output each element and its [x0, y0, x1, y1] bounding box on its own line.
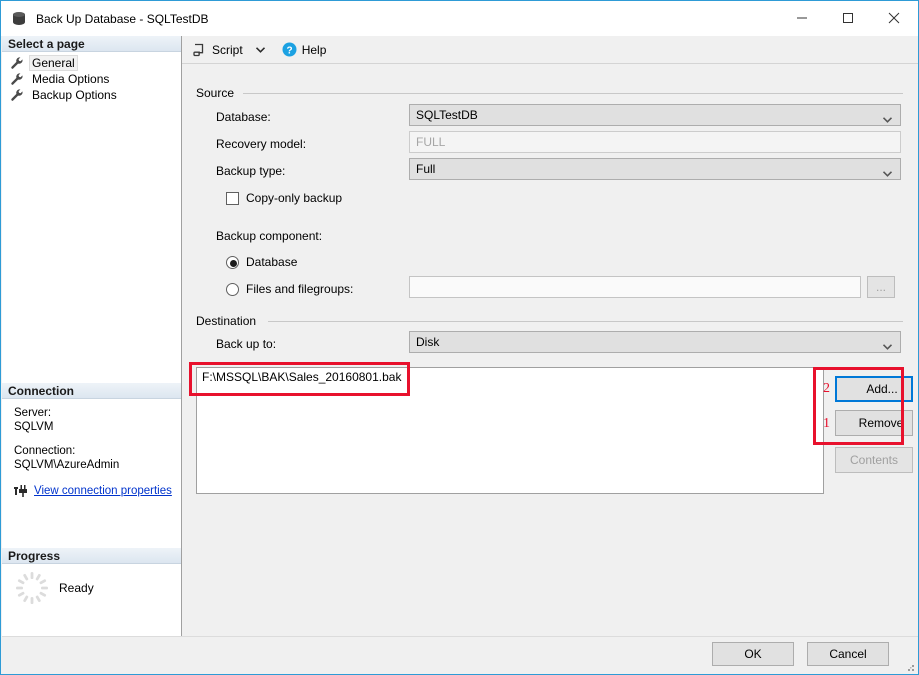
progress-status: Ready: [59, 581, 94, 595]
files-browse-button[interactable]: ...: [867, 276, 895, 298]
chevron-down-icon: [883, 166, 892, 180]
chevron-down-icon[interactable]: [254, 40, 268, 60]
back-up-to-dropdown[interactable]: Disk: [409, 331, 901, 353]
title-bar: Back Up Database - SQLTestDB: [1, 1, 918, 36]
recovery-model-field: FULL: [409, 131, 901, 153]
database-cylinder-icon: [11, 11, 27, 27]
help-label: Help: [302, 43, 327, 57]
copy-only-backup-checkbox[interactable]: Copy-only backup: [226, 191, 342, 205]
ok-button[interactable]: OK: [712, 642, 794, 666]
toolbar: Script ? Help: [182, 36, 918, 64]
sidebar-item-label: Backup Options: [29, 88, 120, 102]
sidebar-item-media-options[interactable]: Media Options: [2, 71, 181, 87]
close-icon[interactable]: [871, 1, 917, 35]
content-pane: Script ? Help Source Database: SQLTestDB: [182, 36, 918, 636]
radio-files-label: Files and filegroups:: [246, 282, 353, 296]
chevron-down-icon: [883, 112, 892, 126]
server-label: Server:: [2, 406, 181, 420]
radio-files-and-filegroups[interactable]: Files and filegroups:: [226, 282, 353, 296]
backup-type-dropdown[interactable]: Full: [409, 158, 901, 180]
backup-type-label: Backup type:: [216, 164, 285, 178]
script-label: Script: [212, 43, 243, 57]
destination-group-label: Destination: [196, 314, 261, 328]
backup-component-label: Backup component:: [216, 229, 322, 243]
resize-grip-icon[interactable]: [904, 661, 916, 673]
maximize-icon[interactable]: [825, 1, 871, 35]
radio-dot: [226, 283, 239, 296]
remove-button-label: Remove: [845, 416, 904, 430]
recovery-model-value: FULL: [416, 135, 445, 149]
source-group-rule: [243, 93, 903, 94]
server-value: SQLVM: [2, 420, 181, 434]
progress-header: Progress: [2, 548, 181, 564]
connection-header: Connection: [2, 383, 181, 399]
svg-text:?: ?: [286, 45, 292, 56]
database-value: SQLTestDB: [416, 108, 478, 122]
add-button[interactable]: Add...: [835, 376, 913, 402]
files-and-filegroups-field[interactable]: [409, 276, 861, 298]
cancel-button[interactable]: Cancel: [807, 642, 889, 666]
window-title: Back Up Database - SQLTestDB: [36, 12, 209, 26]
remove-button[interactable]: Remove: [835, 410, 913, 436]
chevron-down-icon: [883, 339, 892, 353]
view-connection-properties-row[interactable]: View connection properties: [2, 484, 181, 498]
wrench-icon: [10, 72, 24, 86]
recovery-model-label: Recovery model:: [216, 137, 306, 151]
source-group-label: Source: [196, 86, 239, 100]
sidebar-item-label: Media Options: [29, 72, 112, 86]
connection-info: Server: SQLVM Connection: SQLVM\AzureAdm…: [2, 406, 181, 498]
back-up-to-value: Disk: [416, 335, 439, 349]
script-button[interactable]: Script: [188, 39, 247, 61]
select-a-page-header: Select a page: [2, 36, 181, 52]
destination-group-rule: [268, 321, 903, 322]
sidebar-item-general[interactable]: General: [2, 55, 181, 71]
script-page-icon: [192, 42, 207, 57]
radio-dot: [226, 256, 239, 269]
connection-plug-icon: [14, 484, 29, 498]
help-button[interactable]: ? Help: [278, 39, 331, 61]
checkbox-box: [226, 192, 239, 205]
destination-listbox[interactable]: F:\MSSQL\BAK\Sales_20160801.bak: [196, 367, 824, 494]
annotation-step-add: 2: [823, 381, 830, 397]
radio-database[interactable]: Database: [226, 255, 297, 269]
backup-database-dialog: Back Up Database - SQLTestDB Select a pa…: [0, 0, 919, 675]
view-connection-properties-link[interactable]: View connection properties: [34, 484, 172, 498]
annotation-step-remove: 1: [823, 416, 830, 432]
add-button-label: Add...: [850, 382, 897, 396]
progress-info: Ready: [2, 571, 181, 605]
database-label: Database:: [216, 110, 271, 124]
left-pane: Select a page General Media Options Back…: [2, 36, 182, 674]
back-up-to-label: Back up to:: [216, 337, 276, 351]
minimize-icon[interactable]: [779, 1, 825, 35]
copy-only-backup-label: Copy-only backup: [246, 191, 342, 205]
database-dropdown[interactable]: SQLTestDB: [409, 104, 901, 126]
connection-value: SQLVM\AzureAdmin: [2, 458, 181, 472]
backup-type-value: Full: [416, 162, 435, 176]
question-circle-icon: ?: [282, 42, 297, 57]
page-list: General Media Options Backup Options: [2, 55, 181, 103]
wrench-icon: [10, 56, 24, 70]
wrench-icon: [10, 88, 24, 102]
radio-database-label: Database: [246, 255, 297, 269]
sidebar-item-backup-options[interactable]: Backup Options: [2, 87, 181, 103]
dialog-footer: OK Cancel: [2, 636, 919, 675]
sidebar-item-label: General: [29, 55, 78, 71]
connection-label: Connection:: [2, 444, 181, 458]
list-item[interactable]: F:\MSSQL\BAK\Sales_20160801.bak: [197, 368, 823, 386]
spinner-icon: [15, 571, 49, 605]
contents-button[interactable]: Contents: [835, 447, 913, 473]
